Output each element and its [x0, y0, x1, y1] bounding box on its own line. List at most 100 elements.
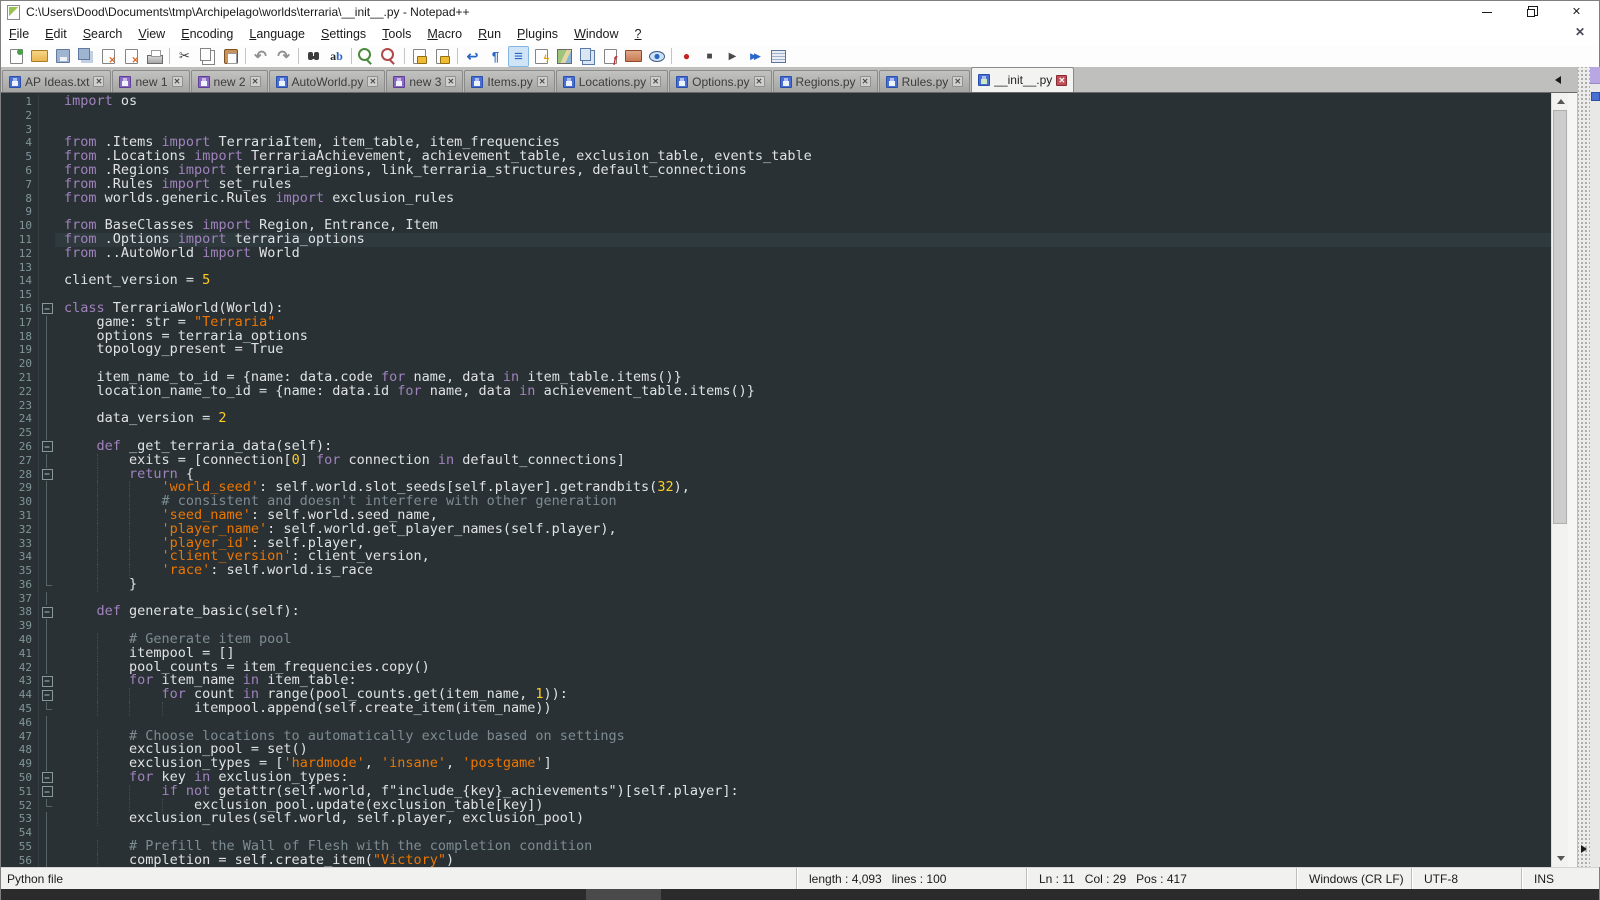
scroll-down-button[interactable]	[1552, 850, 1569, 867]
eye-icon[interactable]	[646, 46, 667, 67]
folder-workspace-icon[interactable]	[623, 46, 644, 67]
menu-edit[interactable]: Edit	[37, 23, 75, 45]
tab-locations-py[interactable]: Locations.py✕	[556, 70, 668, 92]
redo-icon[interactable]	[273, 46, 294, 67]
close-button[interactable]: ✕	[1554, 1, 1599, 23]
save-icon[interactable]	[52, 46, 73, 67]
sync-horizontal-icon[interactable]	[432, 46, 453, 67]
indent-guide	[64, 799, 97, 813]
token: exclusion_types:	[210, 771, 348, 785]
zoom-out-icon[interactable]	[379, 46, 400, 67]
tab-close-icon[interactable]: ✕	[93, 76, 104, 87]
line-number: 10	[1, 219, 39, 233]
menu-settings[interactable]: Settings	[313, 23, 374, 45]
tab-ap-ideas-txt[interactable]: AP Ideas.txt✕	[2, 70, 111, 92]
title-bar[interactable]: C:\Users\Dood\Documents\tmp\Archipelago\…	[1, 1, 1599, 23]
minimize-button[interactable]	[1464, 1, 1509, 23]
fold-marker-icon[interactable]	[39, 302, 55, 316]
tab-close-icon[interactable]: ✕	[250, 76, 261, 87]
close-all-icon[interactable]	[121, 46, 142, 67]
fold-marker-icon[interactable]	[39, 674, 55, 688]
doc-lightning-icon[interactable]	[531, 46, 552, 67]
code-line: 22location_name_to_id = {name: data.id f…	[1, 385, 1551, 399]
tab-items-py[interactable]: Items.py✕	[464, 70, 554, 92]
line-number: 36	[1, 578, 39, 592]
macro-save-icon[interactable]	[768, 46, 789, 67]
code-editor[interactable]: 1import os234from .Items import Terraria…	[1, 93, 1551, 867]
document-map-icon[interactable]	[554, 46, 575, 67]
indent-guide	[129, 481, 162, 495]
menu-run[interactable]: Run	[470, 23, 509, 45]
doc-switcher-icon[interactable]	[577, 46, 598, 67]
scrollbar-thumb[interactable]	[1553, 110, 1567, 524]
line-number: 37	[1, 592, 39, 606]
cut-icon[interactable]	[174, 46, 195, 67]
tab-close-icon[interactable]: ✕	[367, 76, 378, 87]
tab-new-1[interactable]: new 1✕	[112, 70, 189, 92]
token: return	[129, 468, 178, 482]
restore-button[interactable]	[1509, 1, 1554, 23]
sync-vertical-icon[interactable]	[409, 46, 430, 67]
fold-marker-icon[interactable]	[39, 440, 55, 454]
menu-language[interactable]: Language	[241, 23, 313, 45]
replace-icon[interactable]	[326, 46, 347, 67]
token: : self.world.get_player_names(self.playe…	[267, 523, 617, 537]
print-icon[interactable]	[144, 46, 165, 67]
menu-macro[interactable]: Macro	[419, 23, 470, 45]
tab-close-icon[interactable]: ✕	[754, 76, 765, 87]
tab-rules-py[interactable]: Rules.py✕	[879, 70, 971, 92]
undo-icon[interactable]	[250, 46, 271, 67]
token: Region, Entrance, Item	[251, 219, 438, 233]
tab-close-icon[interactable]: ✕	[860, 76, 871, 87]
paste-icon[interactable]	[220, 46, 241, 67]
tab-close-icon[interactable]: ✕	[172, 76, 183, 87]
macro-record-icon[interactable]	[676, 46, 697, 67]
scroll-up-button[interactable]	[1552, 93, 1569, 110]
tab-new-3[interactable]: new 3✕	[386, 70, 463, 92]
save-all-icon[interactable]	[75, 46, 96, 67]
menu-plugins[interactable]: Plugins	[509, 23, 566, 45]
close-document-x-icon[interactable]: ✕	[1575, 25, 1585, 39]
menu-file[interactable]: File	[1, 23, 37, 45]
tab-close-icon[interactable]: ✕	[952, 76, 963, 87]
fold-marker-icon[interactable]	[39, 785, 55, 799]
macro-run-multiple-icon[interactable]	[745, 46, 766, 67]
menu-tools[interactable]: Tools	[374, 23, 419, 45]
splitter-grip[interactable]	[1577, 67, 1590, 867]
function-list-icon[interactable]	[600, 46, 621, 67]
show-all-characters-icon[interactable]	[485, 46, 506, 67]
tab-autoworld-py[interactable]: AutoWorld.py✕	[269, 70, 386, 92]
menu-help[interactable]: ?	[627, 23, 650, 45]
tab-close-icon[interactable]: ✕	[445, 76, 456, 87]
tab-options-py[interactable]: Options.py✕	[669, 70, 771, 92]
find-icon[interactable]	[303, 46, 324, 67]
zoom-in-icon[interactable]	[356, 46, 377, 67]
menu-view[interactable]: View	[130, 23, 173, 45]
fold-marker-icon[interactable]	[39, 771, 55, 785]
fold-marker-icon[interactable]	[39, 605, 55, 619]
indent-guide-icon[interactable]	[508, 46, 529, 67]
new-file-icon[interactable]	[6, 46, 27, 67]
line-number: 32	[1, 523, 39, 537]
fold-marker-icon[interactable]	[39, 688, 55, 702]
tab-new-2[interactable]: new 2✕	[191, 70, 268, 92]
fold-marker-icon[interactable]	[39, 468, 55, 482]
menu-search[interactable]: Search	[75, 23, 131, 45]
tab-close-icon[interactable]: ✕	[650, 76, 661, 87]
close-doc-icon[interactable]	[98, 46, 119, 67]
word-wrap-icon[interactable]	[462, 46, 483, 67]
tab-close-icon[interactable]: ✕	[537, 76, 548, 87]
tab-scroll-left-icon[interactable]	[1555, 76, 1561, 84]
expand-right-icon[interactable]	[1581, 845, 1587, 853]
menu-window[interactable]: Window	[566, 23, 626, 45]
macro-play-icon[interactable]	[722, 46, 743, 67]
vertical-scrollbar[interactable]	[1551, 93, 1568, 867]
macro-stop-icon[interactable]	[699, 46, 720, 67]
chevron-up-icon	[1557, 99, 1565, 104]
tab--init-py[interactable]: __init__.py✕	[971, 67, 1074, 92]
tab-regions-py[interactable]: Regions.py✕	[773, 70, 878, 92]
menu-encoding[interactable]: Encoding	[173, 23, 241, 45]
tab-close-icon[interactable]: ✕	[1056, 75, 1067, 86]
open-folder-icon[interactable]	[29, 46, 50, 67]
copy-icon[interactable]	[197, 46, 218, 67]
